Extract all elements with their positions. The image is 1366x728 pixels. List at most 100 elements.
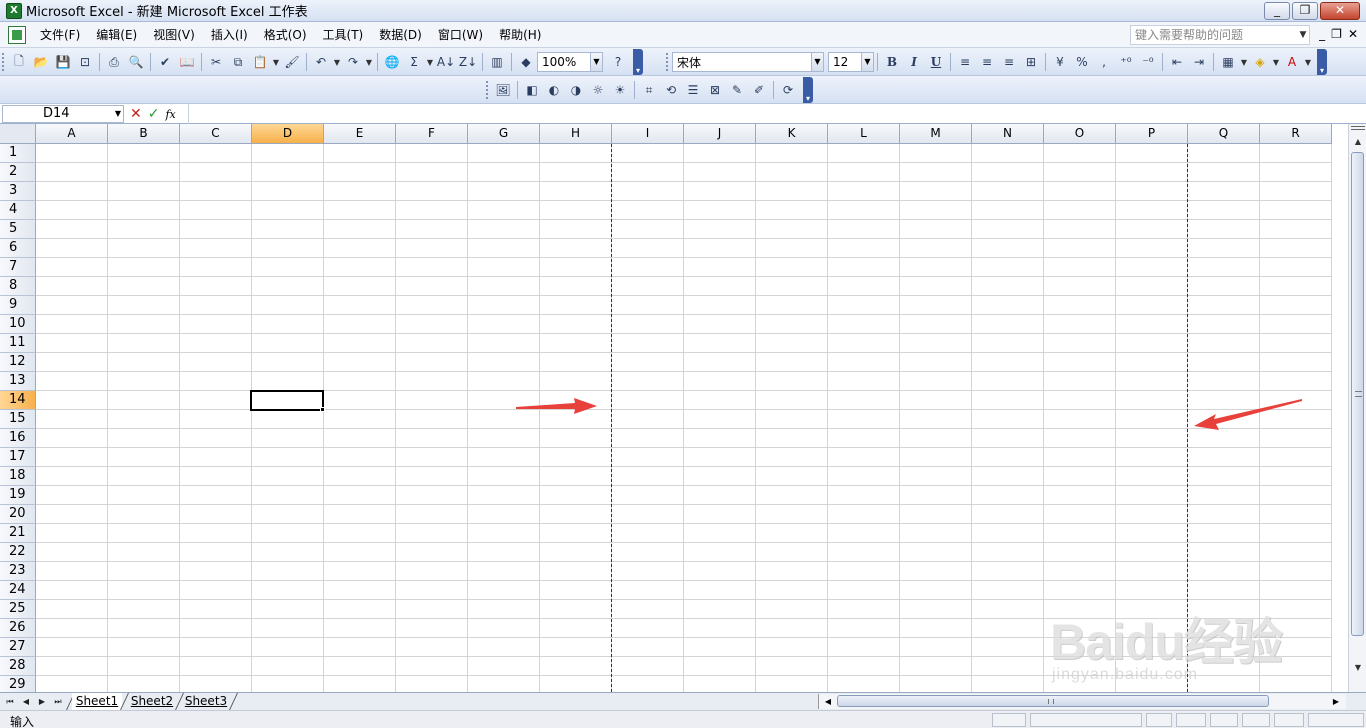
underline-button[interactable]: U xyxy=(925,51,947,73)
name-box[interactable]: D14 ▼ xyxy=(2,105,124,123)
toolbar-options-icon[interactable]: ▾ xyxy=(633,49,643,75)
column-header[interactable]: J xyxy=(684,124,756,144)
drawing-icon[interactable]: ◆ xyxy=(515,51,537,73)
menu-tools[interactable]: 工具(T) xyxy=(315,22,372,48)
sort-descending-icon[interactable]: Z↓ xyxy=(457,51,479,73)
chart-wizard-icon[interactable]: ▥ xyxy=(486,51,508,73)
chevron-down-icon[interactable]: ▼ xyxy=(590,53,602,71)
fill-color-dropdown-icon[interactable]: ▼ xyxy=(1271,51,1281,73)
doc-close-button[interactable]: ✕ xyxy=(1348,27,1358,41)
restore-button[interactable]: ❐ xyxy=(1292,2,1318,20)
help-dropdown-arrow[interactable]: ▼ xyxy=(1296,25,1310,45)
compress-pictures-icon[interactable]: ⊠ xyxy=(704,79,726,101)
column-header[interactable]: D xyxy=(252,124,324,144)
row-header[interactable]: 17 xyxy=(0,448,36,467)
borders-icon[interactable]: ▦ xyxy=(1217,51,1239,73)
toolbar-options-icon[interactable]: ▾ xyxy=(803,77,813,103)
scroll-thumb[interactable] xyxy=(1351,152,1364,636)
more-brightness-icon[interactable]: ☼ xyxy=(587,79,609,101)
borders-dropdown-icon[interactable]: ▼ xyxy=(1239,51,1249,73)
enter-icon[interactable]: ✓ xyxy=(148,106,160,122)
italic-button[interactable]: I xyxy=(903,51,925,73)
redo-icon[interactable]: ↷ xyxy=(342,51,364,73)
insert-function-icon[interactable]: fx xyxy=(165,108,175,121)
line-style-icon[interactable]: ☰ xyxy=(682,79,704,101)
research-icon[interactable]: 📖 xyxy=(176,51,198,73)
row-header[interactable]: 5 xyxy=(0,220,36,239)
copy-icon[interactable]: ⧉ xyxy=(227,51,249,73)
format-painter-icon[interactable]: 🖌 xyxy=(281,51,303,73)
undo-icon[interactable]: ↶ xyxy=(310,51,332,73)
scroll-up-icon[interactable]: ▲ xyxy=(1350,134,1366,150)
vertical-scrollbar[interactable]: ▲ ▼ xyxy=(1348,124,1366,692)
split-box[interactable] xyxy=(1351,126,1365,130)
row-header[interactable]: 12 xyxy=(0,353,36,372)
column-header[interactable]: B xyxy=(108,124,180,144)
less-brightness-icon[interactable]: ☀ xyxy=(609,79,631,101)
select-all-corner[interactable] xyxy=(0,124,36,144)
row-header[interactable]: 13 xyxy=(0,372,36,391)
prev-sheet-icon[interactable]: ◀ xyxy=(18,697,34,706)
row-header[interactable]: 1 xyxy=(0,144,36,163)
save-icon[interactable]: 💾 xyxy=(52,51,74,73)
cancel-icon[interactable]: ✕ xyxy=(130,106,142,122)
row-header[interactable]: 28 xyxy=(0,657,36,676)
crop-icon[interactable]: ⌗ xyxy=(638,79,660,101)
font-name-select[interactable]: 宋体 ▼ xyxy=(672,52,824,72)
spelling-icon[interactable]: ✔ xyxy=(154,51,176,73)
font-color-dropdown-icon[interactable]: ▼ xyxy=(1303,51,1313,73)
help-icon[interactable]: ? xyxy=(607,51,629,73)
comma-style-icon[interactable]: , xyxy=(1093,51,1115,73)
align-center-icon[interactable]: ≡ xyxy=(976,51,998,73)
redo-dropdown-icon[interactable]: ▼ xyxy=(364,51,374,73)
row-header[interactable]: 26 xyxy=(0,619,36,638)
minimize-button[interactable]: _ xyxy=(1264,2,1290,20)
decrease-decimal-icon[interactable]: ⁻⁰ xyxy=(1137,51,1159,73)
menu-window[interactable]: 窗口(W) xyxy=(430,22,491,48)
tab-sheet1[interactable]: Sheet1 xyxy=(72,693,122,710)
row-header[interactable]: 11 xyxy=(0,334,36,353)
menu-edit[interactable]: 编辑(E) xyxy=(88,22,145,48)
zoom-select[interactable]: 100% ▼ xyxy=(537,52,603,72)
column-header[interactable]: K xyxy=(756,124,828,144)
menu-help[interactable]: 帮助(H) xyxy=(491,22,549,48)
menu-file[interactable]: 文件(F) xyxy=(32,22,88,48)
row-header[interactable]: 14 xyxy=(0,391,36,410)
column-header[interactable]: G xyxy=(468,124,540,144)
row-header[interactable]: 22 xyxy=(0,543,36,562)
new-icon[interactable]: 🗋 xyxy=(8,51,30,73)
row-header[interactable]: 2 xyxy=(0,163,36,182)
row-header[interactable]: 16 xyxy=(0,429,36,448)
close-button[interactable]: ✕ xyxy=(1320,2,1360,20)
column-header[interactable]: E xyxy=(324,124,396,144)
set-transparent-color-icon[interactable]: ✐ xyxy=(748,79,770,101)
increase-indent-icon[interactable]: ⇥ xyxy=(1188,51,1210,73)
scroll-left-icon[interactable]: ◀ xyxy=(821,694,835,709)
active-cell[interactable] xyxy=(250,390,324,411)
row-header[interactable]: 8 xyxy=(0,277,36,296)
tab-sheet2[interactable]: Sheet2 xyxy=(127,693,177,710)
row-header[interactable]: 15 xyxy=(0,410,36,429)
chevron-down-icon[interactable]: ▼ xyxy=(861,53,873,71)
chevron-down-icon[interactable]: ▼ xyxy=(115,106,121,122)
paste-icon[interactable]: 📋 xyxy=(249,51,271,73)
menu-insert[interactable]: 插入(I) xyxy=(203,22,256,48)
open-icon[interactable]: 📂 xyxy=(30,51,52,73)
chevron-down-icon[interactable]: ▼ xyxy=(811,53,823,71)
currency-icon[interactable]: ¥ xyxy=(1049,51,1071,73)
column-header[interactable]: O xyxy=(1044,124,1116,144)
row-header[interactable]: 29 xyxy=(0,676,36,692)
permission-icon[interactable]: ⊡ xyxy=(74,51,96,73)
first-sheet-icon[interactable]: ⏮ xyxy=(2,697,18,707)
merge-center-icon[interactable]: ⊞ xyxy=(1020,51,1042,73)
align-right-icon[interactable]: ≡ xyxy=(998,51,1020,73)
toolbar-grip[interactable] xyxy=(486,81,489,99)
print-icon[interactable]: ⎙ xyxy=(103,51,125,73)
print-preview-icon[interactable]: 🔍 xyxy=(125,51,147,73)
last-sheet-icon[interactable]: ⏭ xyxy=(50,697,66,707)
row-header[interactable]: 19 xyxy=(0,486,36,505)
hyperlink-icon[interactable]: 🌐 xyxy=(381,51,403,73)
font-color-icon[interactable]: A xyxy=(1281,51,1303,73)
horizontal-scrollbar[interactable]: ◀ ▶ xyxy=(818,694,1346,709)
increase-decimal-icon[interactable]: ⁺⁰ xyxy=(1115,51,1137,73)
